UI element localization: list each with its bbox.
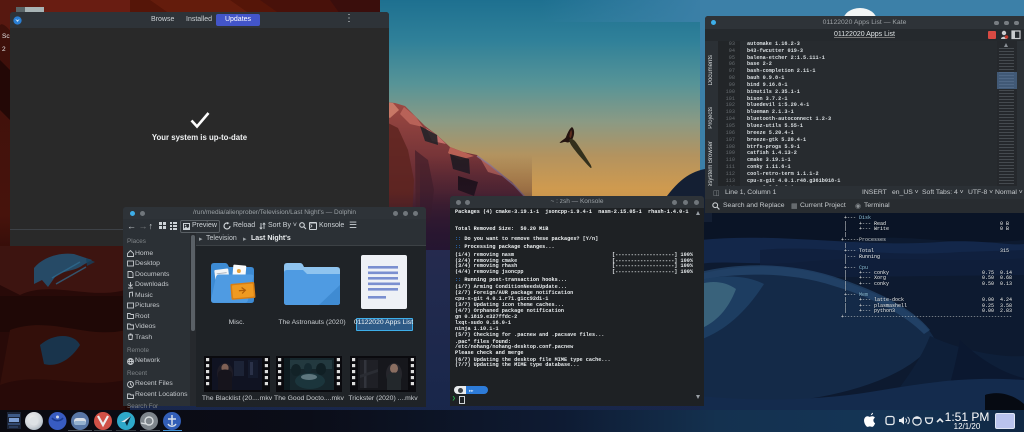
svg-text:2: 2: [2, 46, 6, 53]
